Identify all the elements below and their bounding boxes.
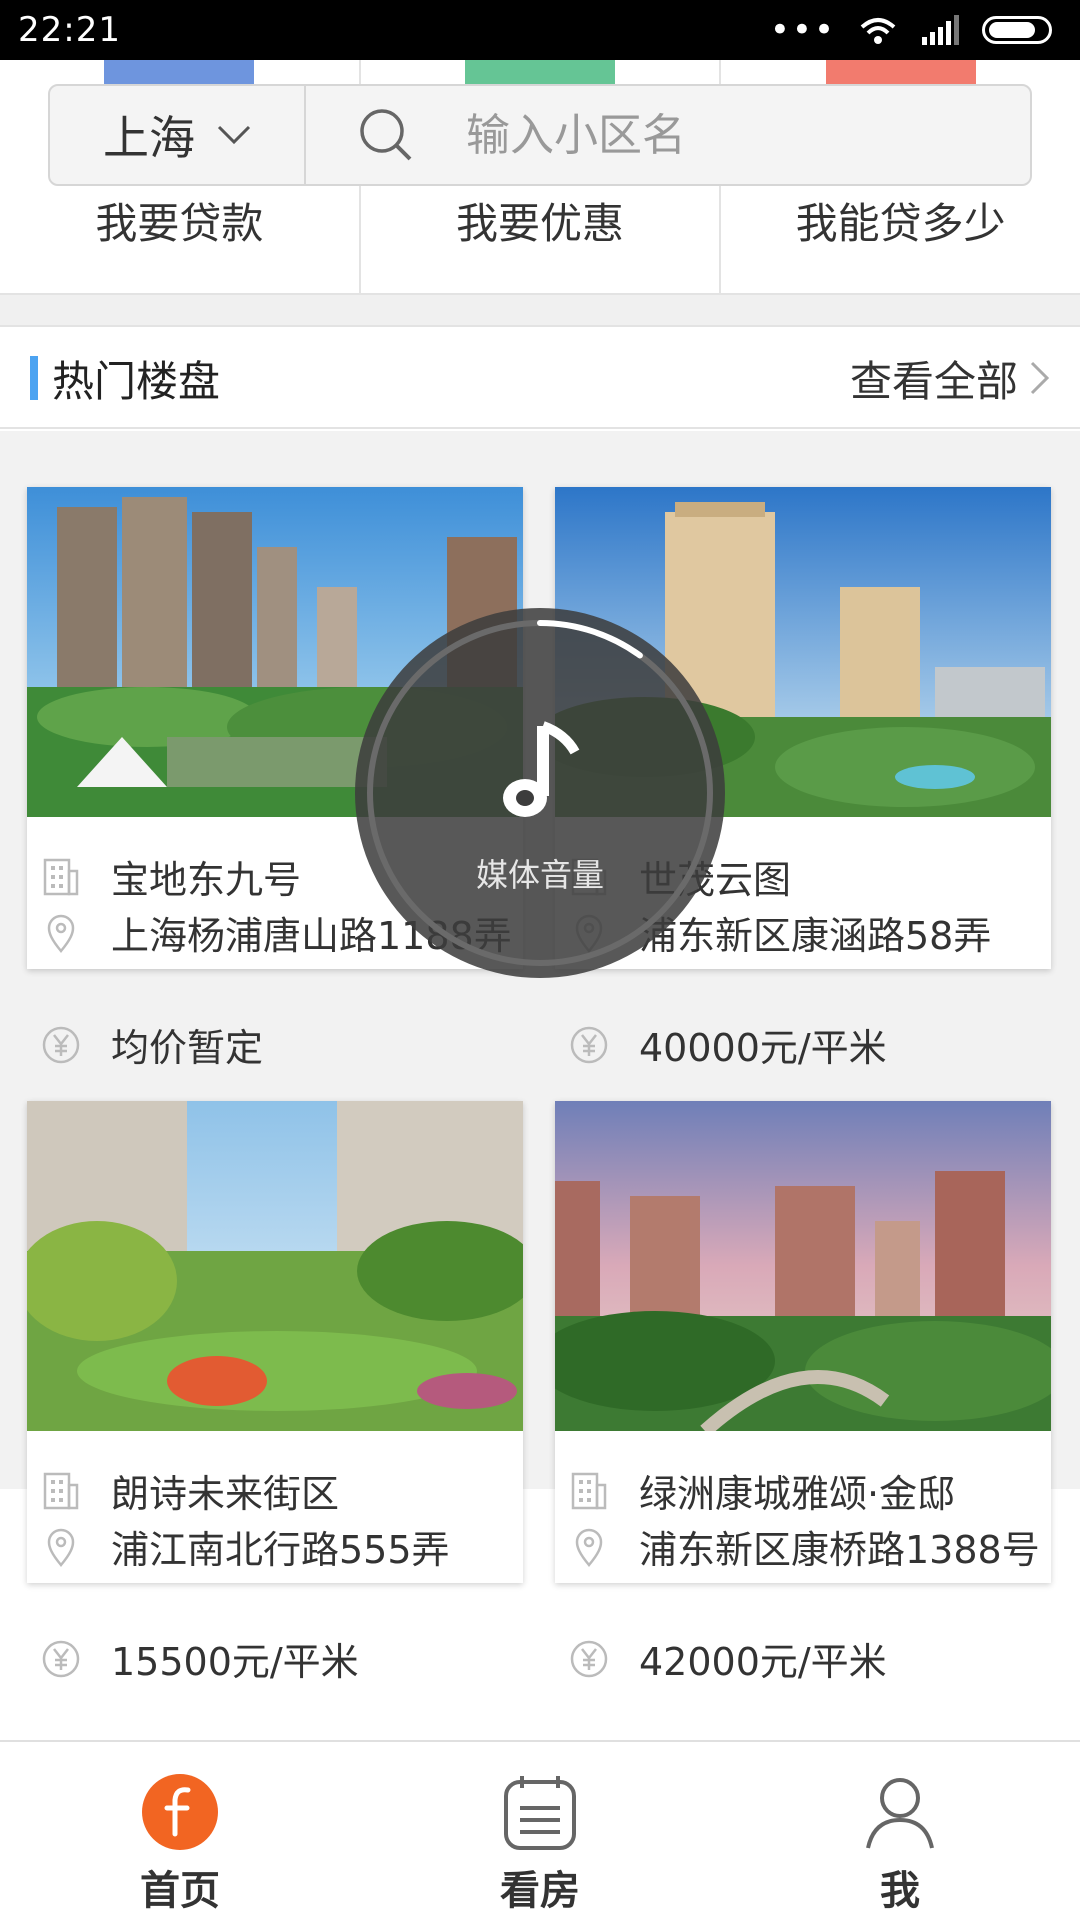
accent-bar bbox=[30, 356, 38, 400]
calendar-list-icon bbox=[504, 1776, 576, 1850]
bottom-nav: 首页 看房 我 bbox=[0, 1740, 1080, 1920]
home-logo-icon bbox=[142, 1774, 218, 1850]
nav-label: 看房 bbox=[500, 1868, 580, 1914]
yuan-icon bbox=[42, 1640, 80, 1677]
building-icon bbox=[43, 858, 79, 895]
listing-address-row: 浦江南北行路555弄 bbox=[41, 1519, 450, 1574]
status-bar: 22:21 ••• bbox=[0, 0, 1080, 60]
nav-viewing[interactable]: 看房 bbox=[360, 1742, 720, 1920]
listing-card[interactable]: 朗诗未来街区 浦江南北行路555弄 bbox=[27, 1101, 523, 1583]
yuan-icon bbox=[570, 1640, 608, 1677]
listing-price-row: 42000元/平米 bbox=[569, 1631, 887, 1686]
battery-icon bbox=[982, 16, 1052, 44]
listing-address-row: 浦东新区康桥路1388号 bbox=[569, 1519, 1040, 1574]
listing-price: 40000元/平米 bbox=[639, 1026, 887, 1070]
city-label: 上海 bbox=[103, 111, 195, 165]
location-pin-icon bbox=[575, 1528, 603, 1567]
listing-price: 均价暂定 bbox=[111, 1026, 264, 1070]
listing-price-row: 40000元/平米 bbox=[569, 1017, 887, 1072]
section-title: 热门楼盘 bbox=[30, 348, 220, 409]
building-icon bbox=[43, 1472, 79, 1509]
listing-price: 15500元/平米 bbox=[111, 1640, 359, 1684]
listing-name: 朗诗未来街区 bbox=[111, 1472, 340, 1516]
view-all-label: 查看全部 bbox=[849, 356, 1018, 406]
section-title-text: 热门楼盘 bbox=[52, 356, 221, 406]
yuan-icon bbox=[42, 1026, 80, 1063]
listing-name: 绿洲康城雅颂·金邸 bbox=[639, 1472, 956, 1516]
listing-name-row: 宝地东九号 bbox=[41, 849, 301, 904]
hot-listings-header: 热门楼盘 查看全部 bbox=[0, 329, 1080, 429]
listing-name-row: 绿洲康城雅颂·金邸 bbox=[569, 1463, 955, 1518]
wifi-icon bbox=[860, 18, 896, 44]
listing-price: 42000元/平米 bbox=[639, 1640, 887, 1684]
listing-name-row: 朗诗未来街区 bbox=[41, 1463, 339, 1518]
yuan-icon bbox=[570, 1026, 608, 1063]
signal-icon bbox=[922, 15, 959, 45]
building-icon bbox=[571, 1472, 607, 1509]
status-icons: ••• bbox=[770, 13, 1052, 47]
nav-label: 我 bbox=[880, 1868, 920, 1914]
listing-price-row: 15500元/平米 bbox=[41, 1631, 359, 1686]
listing-address: 浦江南北行路555弄 bbox=[111, 1528, 450, 1572]
nav-label: 首页 bbox=[140, 1868, 220, 1914]
listing-name: 宝地东九号 bbox=[111, 858, 302, 902]
chevron-down-icon bbox=[217, 125, 251, 145]
location-pin-icon bbox=[47, 1528, 75, 1567]
listing-photo bbox=[555, 1101, 1051, 1431]
listing-price-row: 均价暂定 bbox=[41, 1017, 263, 1072]
chevron-right-icon bbox=[1030, 361, 1050, 395]
more-dots-icon: ••• bbox=[769, 10, 836, 50]
status-time: 22:21 bbox=[18, 10, 121, 50]
feature-label: 我能贷多少 bbox=[795, 199, 1006, 248]
nav-me[interactable]: 我 bbox=[720, 1742, 1080, 1920]
media-volume-overlay: 媒体音量 bbox=[355, 608, 725, 978]
section-divider bbox=[0, 295, 1080, 327]
volume-label: 媒体音量 bbox=[475, 856, 604, 894]
listing-card[interactable]: 绿洲康城雅颂·金邸 浦东新区康桥路1388号 bbox=[555, 1101, 1051, 1583]
feature-label: 我要优惠 bbox=[455, 199, 624, 248]
nav-home[interactable]: 首页 bbox=[0, 1742, 360, 1920]
listing-photo bbox=[27, 1101, 523, 1431]
search-input[interactable] bbox=[464, 108, 984, 162]
search-bar: 上海 bbox=[48, 84, 1032, 186]
feature-label: 我要贷款 bbox=[95, 199, 264, 248]
location-pin-icon bbox=[47, 914, 75, 953]
search-icon bbox=[360, 109, 412, 161]
listing-address: 浦东新区康桥路1388号 bbox=[639, 1528, 1040, 1572]
music-note-icon bbox=[503, 721, 580, 817]
user-icon bbox=[866, 1778, 934, 1849]
city-selector[interactable]: 上海 bbox=[50, 86, 306, 184]
view-all-link[interactable]: 查看全部 bbox=[850, 348, 1050, 409]
